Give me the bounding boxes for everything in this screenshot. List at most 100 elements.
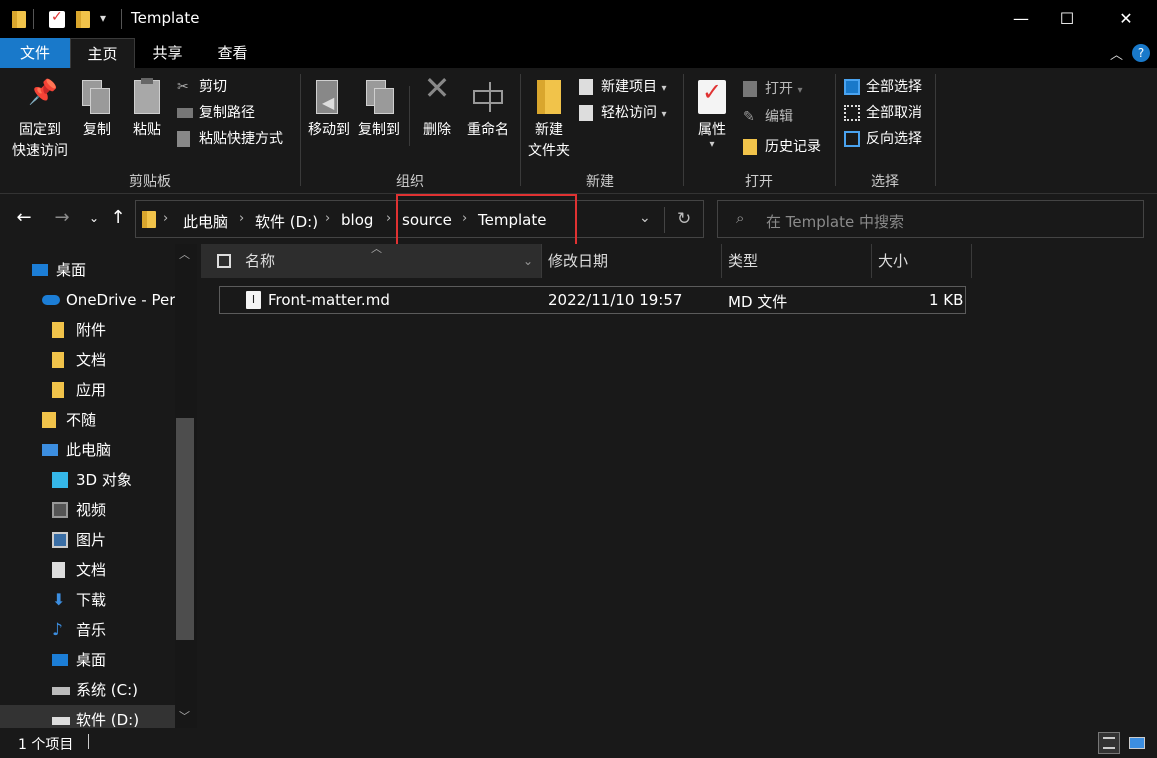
column-name[interactable]: ︿ 名称 ⌄ <box>201 242 542 278</box>
tab-view[interactable]: 查看 <box>200 38 265 68</box>
delete-x-icon: ✕ <box>423 69 451 107</box>
new-folder-quick-icon[interactable] <box>76 11 90 28</box>
rename-button[interactable]: 重命名 <box>463 78 513 141</box>
history-label: 历史记录 <box>765 139 821 155</box>
paste-shortcut-button[interactable]: 粘贴快捷方式 <box>177 128 283 150</box>
nav-item-label: 软件 (D:) <box>76 711 140 728</box>
delete-button[interactable]: ✕ 删除 <box>416 69 458 141</box>
sort-ascending-icon: ︿ <box>371 242 382 255</box>
rename-icon <box>463 78 513 118</box>
edit-button[interactable]: ✎ 编辑 <box>743 106 793 128</box>
new-item-icon <box>579 79 593 95</box>
group-label-open: 打开 <box>745 174 773 190</box>
open-button[interactable]: 打开 ▾ <box>743 78 802 100</box>
pin-quick-access-button[interactable]: 📌 固定到 快速访问 <box>6 78 74 162</box>
details-view-button[interactable] <box>1098 732 1120 754</box>
file-size: 1 KB <box>929 291 964 309</box>
search-placeholder: 在 Template 中搜索 <box>766 213 904 231</box>
new-folder-label: 新建 文件夹 <box>528 122 570 159</box>
nav-item-drive-d[interactable]: 软件 (D:) <box>0 705 175 728</box>
refresh-icon[interactable]: ↻ <box>677 209 691 229</box>
nav-item-label: 此电脑 <box>66 441 112 459</box>
collapse-ribbon-icon[interactable]: ︿ <box>1110 44 1123 63</box>
move-to-button[interactable]: ◀ 移动到 <box>306 78 352 141</box>
customize-quick-access-icon[interactable]: ▾ <box>100 11 106 25</box>
close-button[interactable]: ✕ <box>1103 0 1149 38</box>
title-bar: ✓ ▾ Template — ☐ ✕ <box>0 0 1157 38</box>
nav-item-label: 不随 <box>66 411 97 429</box>
nav-item-label: 3D 对象 <box>76 471 132 489</box>
copy-path-button[interactable]: 复制路径 <box>177 102 255 124</box>
move-to-label: 移动到 <box>308 122 350 138</box>
scroll-thumb[interactable] <box>176 418 194 640</box>
tab-share[interactable]: 共享 <box>135 38 200 68</box>
maximize-button[interactable]: ☐ <box>1044 0 1090 38</box>
breadcrumb-drive-d[interactable]: 软件 (D:) <box>255 211 318 232</box>
highlight-annotation <box>396 194 577 247</box>
scroll-up-icon[interactable]: ︿ <box>179 246 190 262</box>
new-folder-button[interactable]: 新建 文件夹 <box>524 78 574 162</box>
tab-home[interactable]: 主页 <box>70 38 135 68</box>
paste-button[interactable]: 粘贴 <box>126 78 168 141</box>
copy-to-button[interactable]: 复制到 <box>356 78 402 141</box>
select-none-icon <box>844 105 860 121</box>
recent-locations-button[interactable]: ⌄ <box>82 206 106 230</box>
search-box[interactable]: ⌕ 在 Template 中搜索 <box>717 200 1144 238</box>
history-button[interactable]: 历史记录 <box>743 136 821 158</box>
properties-button[interactable]: ✓ 属性 ▾ <box>690 78 734 150</box>
easy-access-label: 轻松访问 <box>601 105 657 121</box>
onedrive-icon <box>42 295 60 305</box>
chevron-right-icon[interactable]: › <box>325 211 330 226</box>
large-icons-view-button[interactable] <box>1126 732 1148 754</box>
properties-quick-icon[interactable]: ✓ <box>49 9 65 28</box>
scissors-icon: ✂ <box>177 79 189 95</box>
cut-button[interactable]: ✂ 剪切 <box>177 76 227 98</box>
delete-label: 删除 <box>423 122 451 138</box>
minimize-button[interactable]: — <box>998 0 1044 38</box>
nav-item-label: 应用 <box>76 381 107 399</box>
divider <box>88 734 89 749</box>
folder-icon <box>142 211 156 228</box>
chevron-right-icon[interactable]: › <box>386 211 391 226</box>
up-button[interactable]: ↑ <box>106 206 130 230</box>
nav-item-label: 附件 <box>76 321 107 339</box>
address-dropdown-icon[interactable]: ⌄ <box>639 210 651 226</box>
nav-item-label: 下载 <box>76 591 107 609</box>
scroll-down-icon[interactable]: ﹀ <box>179 708 190 724</box>
invert-selection-button[interactable]: 反向选择 <box>844 128 922 150</box>
nav-item-label: OneDrive - Pers <box>66 291 184 309</box>
new-item-label: 新建项目 <box>601 79 657 95</box>
group-label-select: 选择 <box>871 174 899 190</box>
group-label-new: 新建 <box>586 174 614 190</box>
breadcrumb-blog[interactable]: blog <box>341 211 373 229</box>
move-to-icon: ◀ <box>306 78 352 118</box>
column-date[interactable]: 修改日期 <box>542 244 722 278</box>
open-label: 打开 <box>765 81 793 97</box>
forward-button[interactable]: → <box>50 206 74 230</box>
select-all-checkbox[interactable] <box>217 254 231 268</box>
item-count: 1 个项目 <box>18 737 74 753</box>
divider <box>520 74 521 186</box>
column-size[interactable]: 大小 <box>872 244 972 278</box>
chevron-down-icon[interactable]: ⌄ <box>523 244 533 278</box>
easy-access-button[interactable]: 轻松访问 ▾ <box>579 102 666 124</box>
table-row[interactable]: I Front-matter.md 2022/11/10 19:57 MD 文件… <box>219 286 966 314</box>
help-icon[interactable]: ? <box>1132 44 1150 62</box>
markdown-file-icon: I <box>246 291 261 309</box>
select-all-icon <box>844 79 860 95</box>
chevron-right-icon[interactable]: › <box>239 211 244 226</box>
breadcrumb-this-pc[interactable]: 此电脑 <box>183 211 228 232</box>
tab-file[interactable]: 文件 <box>0 38 70 68</box>
navigation-pane: 桌面 OneDrive - Pers 附件 文档 应用 不随 此电脑 3D 对象… <box>0 244 197 728</box>
divider <box>835 74 836 186</box>
chevron-right-icon[interactable]: › <box>163 211 168 226</box>
select-none-button[interactable]: 全部取消 <box>844 102 922 124</box>
column-type[interactable]: 类型 <box>722 244 872 278</box>
nav-scrollbar[interactable]: ︿ ﹀ <box>175 244 197 728</box>
copy-button[interactable]: 复制 <box>76 78 118 141</box>
nav-item-label: 文档 <box>76 561 107 579</box>
invert-selection-label: 反向选择 <box>866 131 922 147</box>
new-item-button[interactable]: 新建项目 ▾ <box>579 76 666 98</box>
back-button[interactable]: ← <box>12 206 36 230</box>
select-all-button[interactable]: 全部选择 <box>844 76 922 98</box>
